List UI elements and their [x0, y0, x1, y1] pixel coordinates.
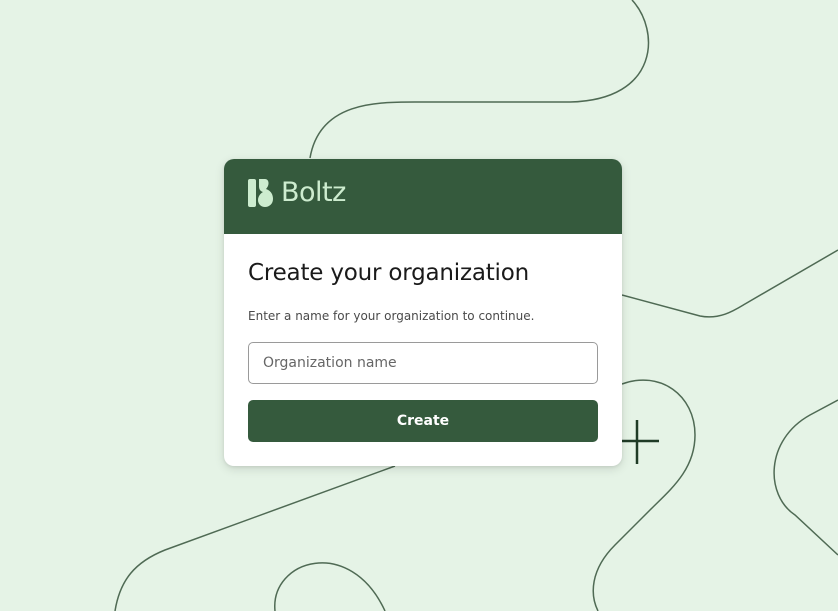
brand-name: Boltz — [281, 177, 346, 208]
card-header: Boltz — [224, 159, 622, 234]
organization-name-input[interactable] — [248, 342, 598, 384]
create-button[interactable]: Create — [248, 400, 598, 442]
boltz-logo-icon — [248, 179, 273, 207]
brand-logo: Boltz — [248, 179, 346, 207]
create-organization-card: Boltz Create your organization Enter a n… — [224, 159, 622, 466]
form-description: Enter a name for your organization to co… — [248, 309, 535, 323]
page-title: Create your organization — [248, 260, 529, 286]
